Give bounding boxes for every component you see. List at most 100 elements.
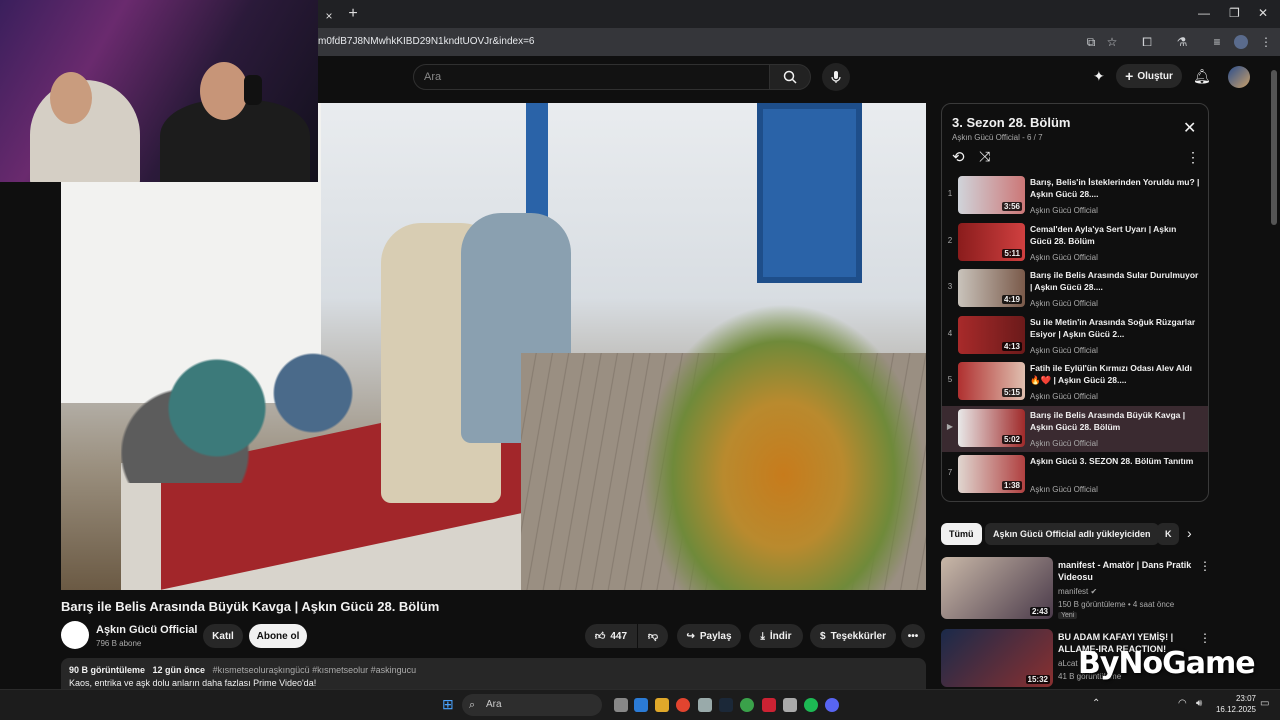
create-label: Oluştur (1137, 70, 1173, 82)
taskbar-search-icon: ⌕ (469, 699, 476, 711)
duration-badge: 4:13 (1001, 342, 1022, 351)
taskbar-search[interactable]: ⌕ Ara (462, 694, 602, 716)
restore-icon[interactable]: ❐ (1229, 6, 1240, 20)
playlist-item[interactable]: 2 5:11 Cemal'den Ayla'ya Sert Uyarı | Aş… (942, 220, 1208, 266)
search-input[interactable]: Ara (413, 64, 770, 90)
spotify-icon[interactable] (804, 698, 818, 712)
download-button[interactable]: ⤓ İndir (749, 624, 803, 648)
playlist-item-active[interactable]: ▶ 5:02 Barış ile Belis Arasında Büyük Ka… (942, 406, 1208, 452)
voice-search-button[interactable] (822, 63, 850, 91)
thumbs-down-icon: 👎︎ (647, 631, 659, 642)
playlist-menu-icon[interactable]: ⋮ (1186, 149, 1200, 166)
widgets-icon[interactable] (634, 698, 648, 712)
playlist-item-title: Barış ile Belis Arasında Sular Durulmuyo… (1030, 270, 1199, 292)
premium-icon[interactable]: ✦ (1093, 68, 1105, 85)
duration-badge: 2:43 (1029, 607, 1050, 616)
clock[interactable]: 23:07 16.12.2025 (1212, 693, 1256, 715)
media-icon[interactable]: ≡ (1210, 35, 1224, 49)
windows-start-icon[interactable]: ⊞ (442, 696, 454, 713)
playlist-item-channel: Aşkın Gücü Official (1030, 392, 1098, 401)
tray-chevron-icon[interactable]: ⌃ (1092, 698, 1100, 709)
more-dots-icon: ••• (907, 630, 919, 642)
settings-icon[interactable] (698, 698, 712, 712)
thanks-button[interactable]: $ Teşekkürler (810, 624, 896, 648)
playlist-item[interactable]: 3 4:19 Barış ile Belis Arasında Sular Du… (942, 266, 1208, 312)
playlist-thumbnail: 1:38 (958, 455, 1025, 493)
close-tab-icon[interactable]: × (318, 4, 340, 28)
steam-icon[interactable] (719, 698, 733, 712)
wifi-icon[interactable]: ◠ (1178, 698, 1187, 709)
upload-age: 12 gün önce (152, 665, 206, 675)
url-text[interactable]: m0fdB7J8NMwhkKIBD29N1kndtUOVJr&index=6 (318, 36, 534, 47)
app-icon-green[interactable] (740, 698, 754, 712)
download-label: İndir (769, 630, 792, 642)
share-label: Paylaş (699, 630, 732, 642)
menu-dots-icon[interactable]: ⋮ (1259, 35, 1273, 49)
scrollbar-thumb[interactable] (1271, 70, 1277, 225)
profile-icon[interactable] (1234, 35, 1248, 49)
close-playlist-icon[interactable]: ✕ (1183, 118, 1196, 138)
recommendation-menu-icon[interactable]: ⋮ (1199, 559, 1211, 573)
notifications-icon[interactable]: ▭ (1260, 698, 1269, 709)
chip-uploader[interactable]: Aşkın Gücü Official adlı yükleyiciden (985, 523, 1159, 545)
channel-name[interactable]: Aşkın Gücü Official (96, 624, 197, 636)
install-app-icon[interactable]: ⧉ (1084, 35, 1098, 49)
recommendation-item[interactable]: 2:43 manifest - Amatör | Dans Pratik Vid… (941, 557, 1211, 621)
channel-avatar[interactable] (61, 621, 89, 649)
playlist-item-index: 3 (947, 282, 953, 291)
extension-icon[interactable]: ⚗ (1175, 35, 1189, 49)
subscriber-count: 796 B abone (96, 639, 142, 648)
dislike-button[interactable]: 👎︎ (638, 624, 668, 648)
playlist-item[interactable]: 4 4:13 Su ile Metin'in Arasında Soğuk Rü… (942, 313, 1208, 359)
playlist-item-channel: Aşkın Gücü Official (1030, 439, 1098, 448)
volume-icon[interactable]: 🔊︎ (1196, 698, 1202, 709)
discord-icon[interactable] (825, 698, 839, 712)
playlist-item[interactable]: 7 1:38 Aşkın Gücü 3. SEZON 28. Bölüm Tan… (942, 452, 1208, 498)
app-icon-grey[interactable] (783, 698, 797, 712)
playlist-thumbnail: 4:19 (958, 269, 1025, 307)
search-button[interactable] (769, 64, 811, 90)
playlist-item-channel: Aşkın Gücü Official (1030, 206, 1098, 215)
create-button[interactable]: + Oluştur (1116, 64, 1182, 88)
playlist-thumbnail: 4:13 (958, 316, 1025, 354)
playlist-subtitle: Aşkın Gücü Official - 6 / 7 (952, 133, 1043, 142)
file-explorer-icon[interactable] (655, 698, 669, 712)
share-button[interactable]: ↪ Paylaş (677, 624, 741, 648)
playlist-thumbnail: 5:02 (958, 409, 1025, 447)
like-button[interactable]: 👍︎ 447 (585, 624, 637, 648)
shuffle-icon[interactable]: ⤨ (979, 148, 990, 165)
chip-more[interactable]: K (1157, 523, 1179, 545)
head-left (50, 72, 92, 124)
loop-icon[interactable]: ⟲ (952, 148, 965, 166)
playlist-item[interactable]: 1 3:56 Barış, Belis'in İsteklerinden Yor… (942, 173, 1208, 219)
new-tab-button[interactable]: + (344, 6, 362, 24)
close-window-icon[interactable]: ✕ (1258, 6, 1268, 20)
chrome-icon[interactable] (676, 698, 690, 712)
playlist-channel[interactable]: Aşkın Gücü Official (952, 133, 1020, 142)
app-icon-red[interactable] (762, 698, 776, 712)
join-button[interactable]: Katıl (203, 624, 243, 648)
chip-all[interactable]: Tümü (941, 523, 982, 545)
notification-bell-icon[interactable]: 🔔︎ (1193, 68, 1211, 85)
playlist-item[interactable]: 5 5:15 Fatih ile Eylül'ün Kırmızı Odası … (942, 359, 1208, 405)
duration-badge: 15:32 (1025, 675, 1050, 684)
subscribe-button[interactable]: Abone ol (249, 624, 307, 648)
chevron-right-icon[interactable]: › (1187, 525, 1192, 541)
playlist-title[interactable]: 3. Sezon 28. Bölüm (952, 115, 1070, 130)
recommendation-channel: aLcat (1058, 659, 1078, 668)
playlist-item-index: 5 (947, 375, 953, 384)
task-view-icon[interactable] (614, 698, 628, 712)
extensions-icon[interactable]: ⧠ (1140, 35, 1154, 49)
minimize-icon[interactable]: — (1198, 6, 1210, 20)
share-icon: ↪ (686, 630, 695, 642)
bookmark-star-icon[interactable]: ☆ (1105, 35, 1119, 49)
hashtags[interactable]: #kısmetseoluraşkıngücü #kısmetseolur #as… (213, 665, 417, 675)
recommendation-menu-icon[interactable]: ⋮ (1199, 631, 1211, 645)
thanks-icon: $ (820, 630, 826, 642)
playlist-position: 6 / 7 (1027, 133, 1043, 142)
clock-date: 16.12.2025 (1215, 705, 1256, 714)
more-actions-button[interactable]: ••• (901, 624, 925, 648)
playlist-item-title: Fatih ile Eylül'ün Kırmızı Odası Alev Al… (1030, 363, 1192, 385)
playlist-item-channel: Aşkın Gücü Official (1030, 485, 1098, 494)
user-avatar[interactable] (1228, 66, 1250, 88)
